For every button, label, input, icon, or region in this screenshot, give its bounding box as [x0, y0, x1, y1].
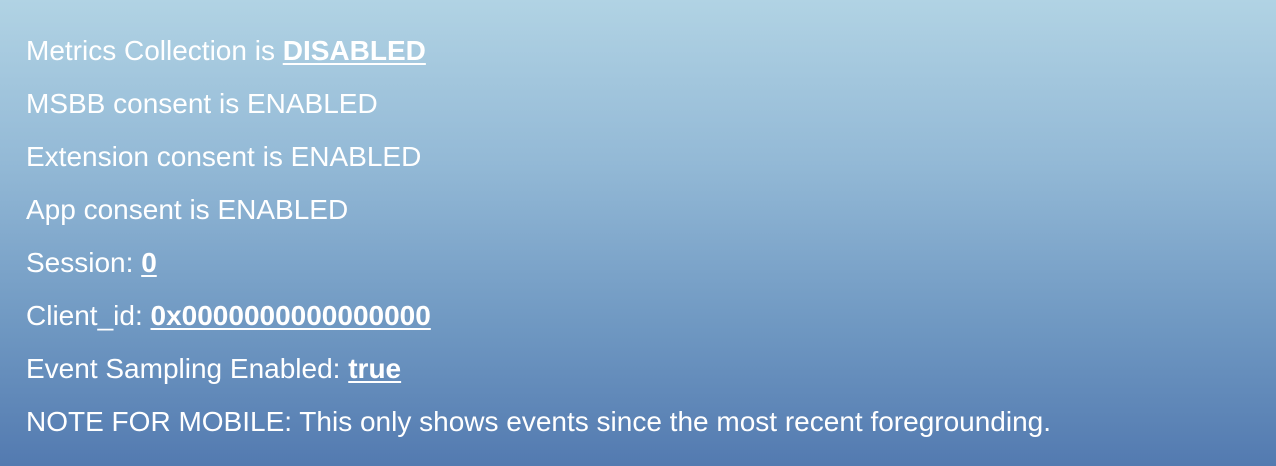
event-sampling-label: Event Sampling Enabled: [26, 353, 341, 384]
client-id-line: Client_id: 0x0000000000000000 [26, 289, 1266, 342]
app-consent-line: App consent is ENABLED [26, 194, 349, 225]
client-id-value: 0x0000000000000000 [150, 300, 431, 331]
msbb-consent-line: MSBB consent is ENABLED [26, 88, 378, 119]
client-id-label: Client_id: [26, 300, 143, 331]
metrics-collection-line: Metrics Collection is DISABLED [26, 24, 1266, 77]
mobile-note: NOTE FOR MOBILE: This only shows events … [26, 406, 1052, 437]
event-sampling-value: true [348, 353, 402, 384]
session-label: Session: [26, 247, 134, 278]
session-line: Session: 0 [26, 236, 1266, 289]
event-sampling-line: Event Sampling Enabled: true [26, 342, 1266, 395]
extension-consent-line: Extension consent is ENABLED [26, 141, 422, 172]
metrics-status-panel: Metrics Collection is DISABLED MSBB cons… [26, 24, 1266, 448]
session-value: 0 [141, 247, 157, 278]
metrics-collection-state: DISABLED [282, 35, 426, 66]
metrics-collection-label: Metrics Collection is [26, 35, 275, 66]
